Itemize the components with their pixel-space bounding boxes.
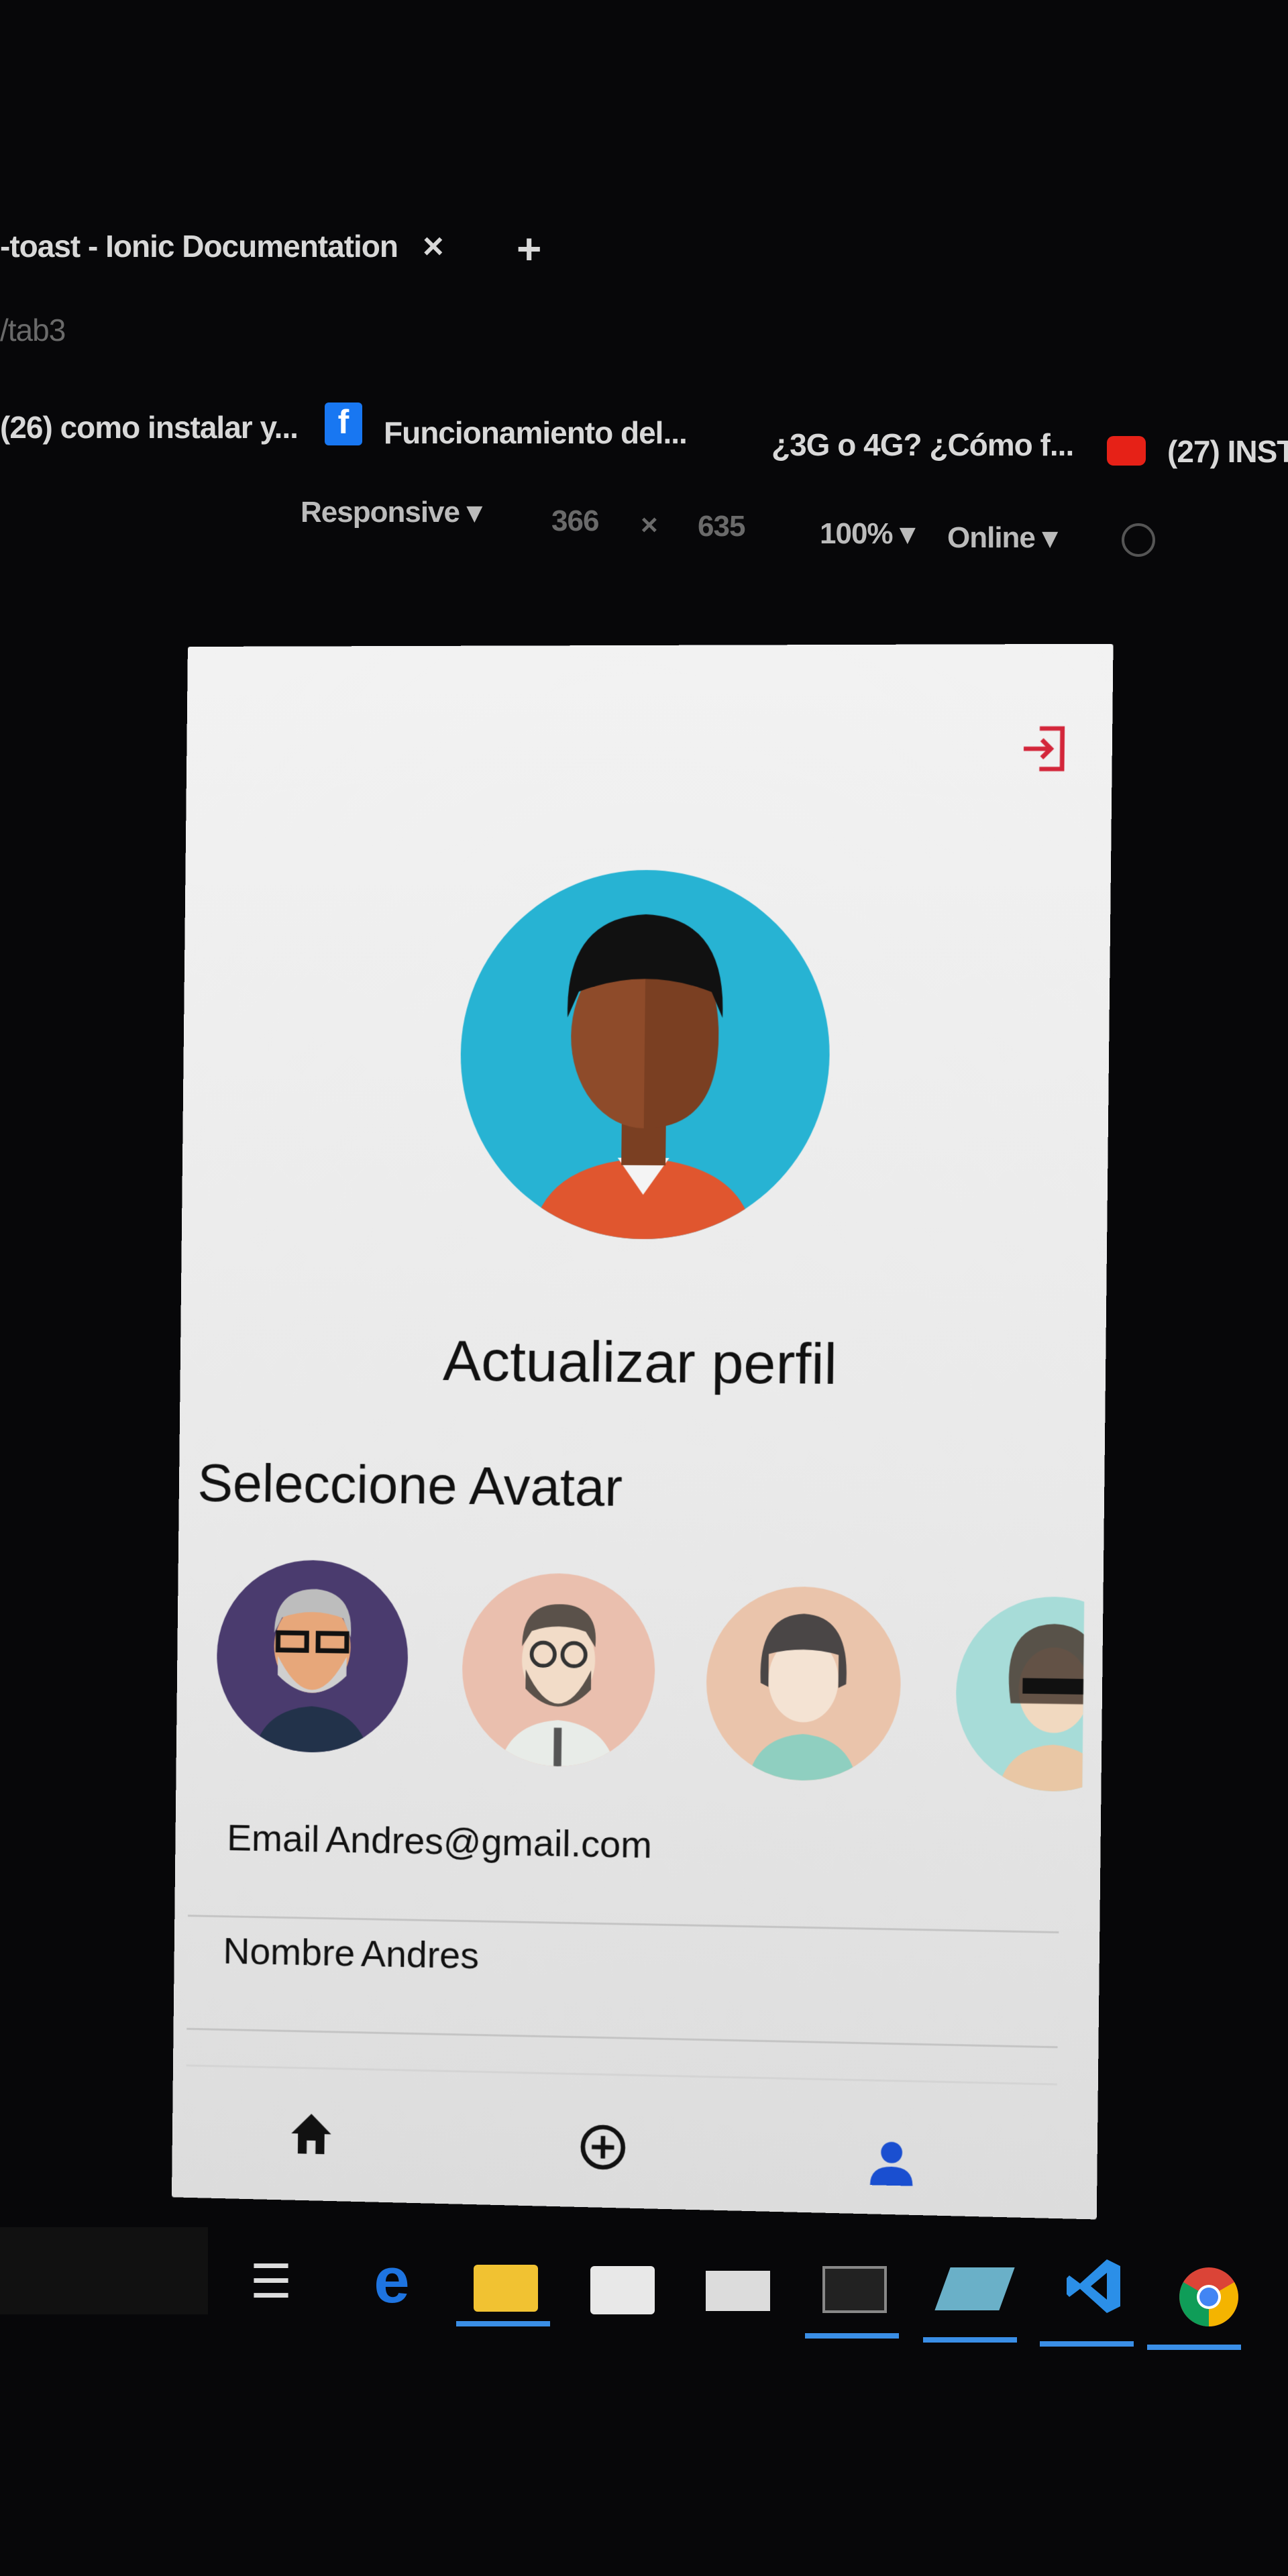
avatar-section-title: Seleccione Avatar xyxy=(197,1452,623,1517)
running-indicator xyxy=(923,2337,1017,2343)
zoom-select[interactable]: 100% ▾ xyxy=(820,517,915,551)
address-bar[interactable]: /tab3 xyxy=(0,312,66,348)
device-viewport: Actualizar perfil Seleccione Avatar Emai… xyxy=(171,643,1114,2220)
browser-tab-title[interactable]: -toast - Ionic Documentation xyxy=(0,228,398,264)
tab-home[interactable] xyxy=(284,2106,338,2161)
app-icon[interactable] xyxy=(934,2267,1015,2310)
terminal-icon[interactable] xyxy=(822,2266,887,2313)
running-indicator xyxy=(1040,2341,1134,2347)
bookmark-4[interactable]: (27) INST xyxy=(1167,433,1288,470)
name-value[interactable]: Andres xyxy=(361,1932,480,1976)
logout-icon[interactable] xyxy=(1016,722,1071,776)
chrome-icon[interactable] xyxy=(1177,2265,1241,2329)
tab-bar xyxy=(172,2071,1098,2220)
bookmark-2[interactable]: Funcionamiento del... xyxy=(384,415,688,451)
avatar-option-4[interactable] xyxy=(955,1595,1114,1792)
email-value[interactable]: Andres@gmail.com xyxy=(325,1818,652,1866)
bookmark-3[interactable]: ¿3G o 4G? ¿Cómo f... xyxy=(771,427,1074,463)
new-tab-button[interactable]: + xyxy=(517,224,541,274)
height-input[interactable]: 635 xyxy=(698,510,745,543)
store-icon[interactable] xyxy=(590,2266,655,2314)
width-input[interactable]: 366 xyxy=(551,504,599,538)
page-title: Actualizar perfil xyxy=(442,1328,838,1397)
running-indicator xyxy=(456,2321,550,2326)
avatar-option-3[interactable] xyxy=(705,1585,902,1782)
mail-icon[interactable] xyxy=(706,2271,770,2311)
name-label: Nombre xyxy=(223,1929,356,1974)
times-label: × xyxy=(641,508,658,541)
email-field[interactable]: Email Andres@gmail.com xyxy=(227,1815,652,1866)
tab-add[interactable] xyxy=(576,2120,630,2175)
running-indicator xyxy=(805,2333,899,2339)
running-indicator xyxy=(1147,2345,1241,2350)
name-field[interactable]: Nombre Andres xyxy=(223,1929,479,1977)
youtube-icon xyxy=(1107,436,1146,466)
tab-profile[interactable] xyxy=(863,2133,920,2191)
file-explorer-icon[interactable] xyxy=(474,2265,538,2312)
avatar-option-2[interactable] xyxy=(461,1572,656,1768)
device-select[interactable]: Responsive ▾ xyxy=(301,495,482,529)
taskbar-search[interactable] xyxy=(0,2227,208,2314)
rotate-icon[interactable] xyxy=(1122,523,1155,557)
network-select[interactable]: Online ▾ xyxy=(947,521,1057,555)
profile-avatar xyxy=(458,869,832,1241)
tab-close-button[interactable]: × xyxy=(423,225,444,267)
divider xyxy=(186,2027,1058,2049)
avatar-option-1[interactable] xyxy=(215,1558,409,1754)
vscode-icon[interactable] xyxy=(1061,2254,1126,2318)
facebook-icon: f xyxy=(325,402,362,445)
task-view-icon[interactable]: ☰ xyxy=(239,2254,303,2318)
edge-icon[interactable]: e xyxy=(360,2249,424,2318)
email-label: Email xyxy=(226,1816,320,1860)
bookmark-1[interactable]: (26) como instalar y... xyxy=(0,409,299,445)
